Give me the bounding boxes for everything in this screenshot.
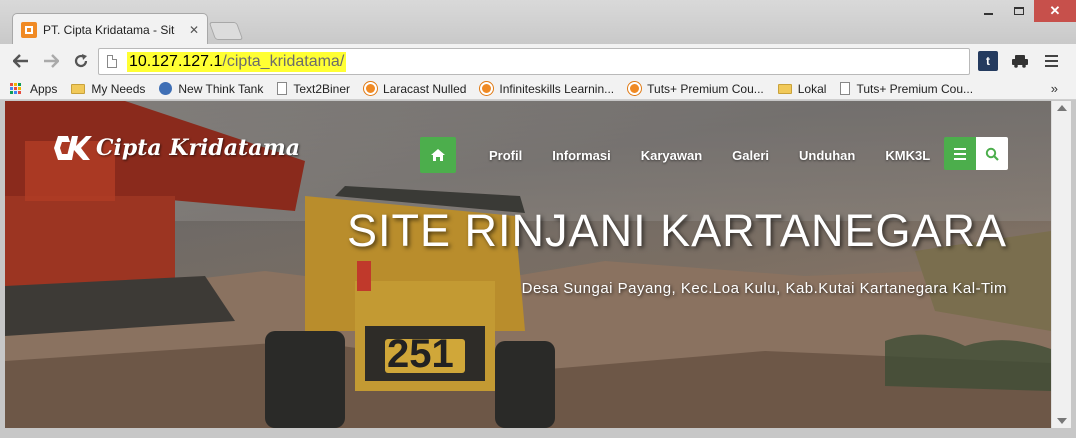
page-info-icon[interactable] (107, 55, 117, 68)
tab-close-icon[interactable]: ✕ (189, 23, 199, 37)
window-maximize-button[interactable] (1004, 0, 1034, 22)
header-tools (944, 137, 1008, 170)
more-bookmarks-chevron-icon[interactable]: » (1051, 81, 1058, 96)
twitter-extension-icon[interactable]: t (978, 51, 998, 71)
forward-arrow-icon[interactable] (40, 50, 62, 72)
bookmark-apps[interactable]: Apps (10, 82, 57, 96)
bookmark-tuts-premium-1[interactable]: Tuts+ Premium Cou... (628, 82, 764, 96)
nav-informasi[interactable]: Informasi (552, 148, 611, 163)
globe-icon (159, 82, 173, 95)
cipta-logo-mark-icon (54, 136, 92, 160)
laracast-icon (364, 82, 378, 95)
hero-title: SITE RINJANI KARTANEGARA (347, 205, 1007, 256)
bookmark-new-think-tank[interactable]: New Think Tank (159, 82, 263, 96)
site-logo[interactable]: Cipta Kridatama (52, 134, 300, 162)
bookmark-infiniteskills[interactable]: Infiniteskills Learnin... (480, 82, 614, 96)
bookmark-lokal[interactable]: Lokal (777, 82, 826, 96)
home-button[interactable] (420, 137, 456, 173)
search-button[interactable] (976, 137, 1008, 170)
browser-titlebar: PT. Cipta Kridatama - Site ✕ ✕ (0, 0, 1076, 45)
page-icon (840, 82, 851, 95)
address-bar[interactable]: 10.127.127.1/cipta_kridatama/ (98, 48, 970, 75)
scroll-down-arrow-icon[interactable] (1057, 418, 1067, 424)
menu-toggle-button[interactable] (944, 137, 976, 170)
folder-icon (71, 83, 86, 94)
laracast-icon (628, 82, 642, 95)
page-scrollbar[interactable] (1051, 101, 1071, 428)
nav-unduhan[interactable]: Unduhan (799, 148, 855, 163)
laracast-icon (480, 82, 494, 95)
scroll-up-arrow-icon[interactable] (1057, 105, 1067, 111)
reload-icon[interactable] (70, 50, 92, 72)
car-extension-icon[interactable] (1010, 51, 1030, 71)
nav-karyawan[interactable]: Karyawan (641, 148, 702, 163)
folder-icon (777, 83, 792, 94)
url-text[interactable]: 10.127.127.1/cipta_kridatama/ (127, 51, 347, 72)
browser-toolbar: 10.127.127.1/cipta_kridatama/ t (0, 44, 1076, 78)
site-favicon-icon (21, 21, 37, 38)
nav-profil[interactable]: Profil (489, 148, 522, 163)
home-icon (431, 149, 445, 161)
main-navigation: Profil Informasi Karyawan Galeri Unduhan… (420, 137, 945, 173)
window-minimize-button[interactable] (976, 0, 1000, 22)
bookmark-my-needs[interactable]: My Needs (71, 82, 145, 96)
page-icon (277, 82, 288, 95)
hero-section: 251 Cipta Kridatama Profil Informasi Kar… (5, 101, 1051, 428)
logo-text: Cipta Kridatama (96, 135, 300, 161)
bookmark-text2biner[interactable]: Text2Biner (277, 82, 350, 96)
window-close-button[interactable]: ✕ (1034, 0, 1076, 22)
browser-tab-active[interactable]: PT. Cipta Kridatama - Site ✕ (12, 13, 208, 45)
bookmark-tuts-premium-2[interactable]: Tuts+ Premium Cou... (840, 82, 973, 96)
nav-kmk3l[interactable]: KMK3L (885, 148, 930, 163)
browser-menu-icon[interactable] (1041, 51, 1061, 71)
nav-galeri[interactable]: Galeri (732, 148, 769, 163)
search-icon (985, 147, 999, 161)
tab-title: PT. Cipta Kridatama - Site (43, 22, 175, 37)
bookmark-laracast-nulled[interactable]: Laracast Nulled (364, 82, 466, 96)
truck-number: 251 (387, 332, 454, 376)
hero-subtitle: Desa Sungai Payang, Kec.Loa Kulu, Kab.Ku… (521, 280, 1007, 297)
bookmarks-bar: Apps My Needs New Think Tank Text2Biner … (0, 78, 1076, 100)
window-bottom-border (0, 428, 1076, 438)
new-tab-button[interactable] (208, 22, 244, 40)
apps-icon (10, 82, 24, 95)
back-arrow-icon[interactable] (10, 50, 32, 72)
